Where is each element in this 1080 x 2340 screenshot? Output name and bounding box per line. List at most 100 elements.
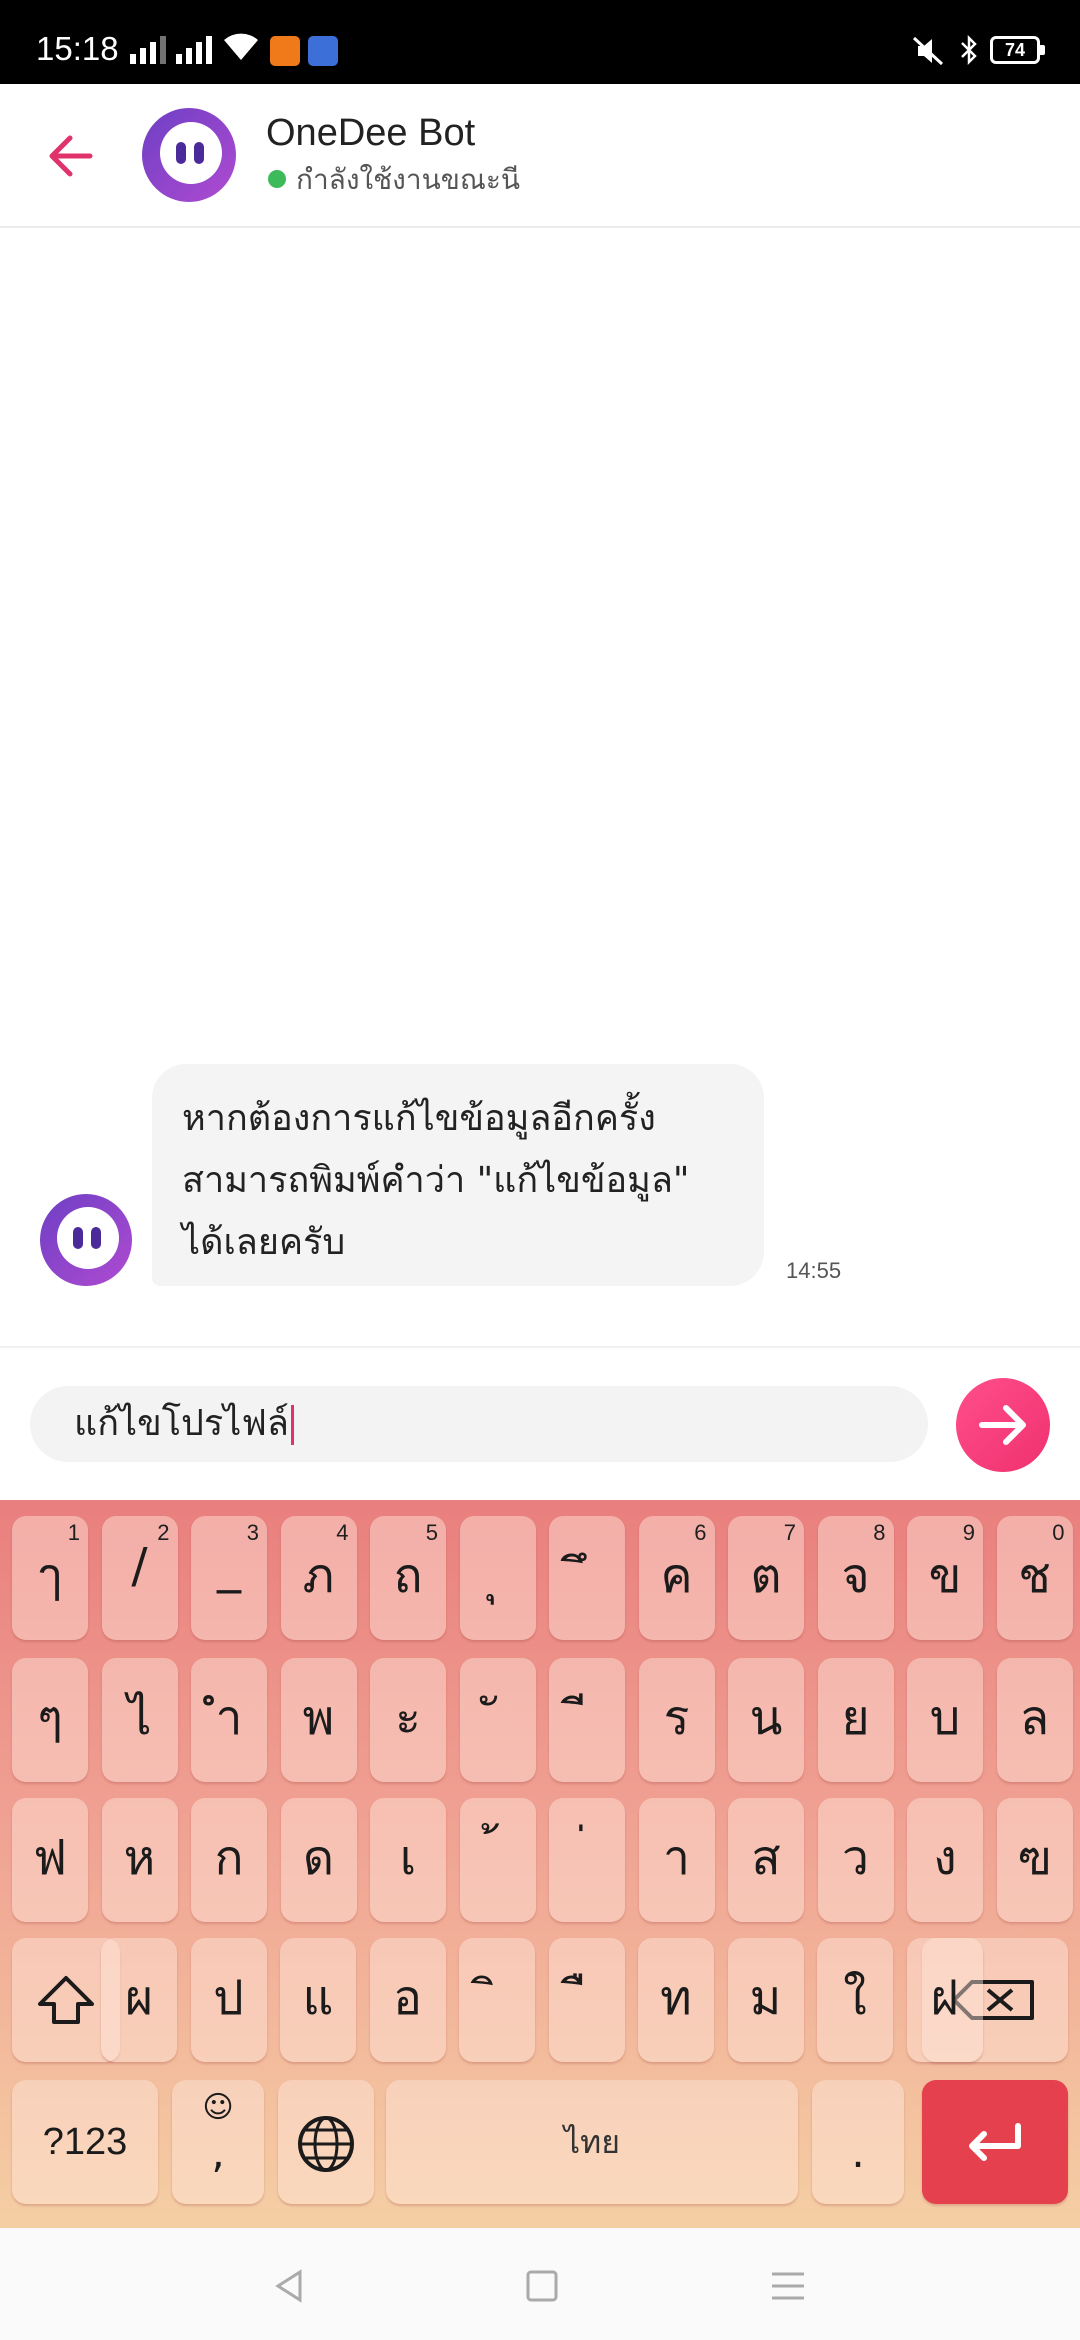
keyboard-key[interactable]: ส bbox=[728, 1798, 804, 1922]
chat-header: OneDee Bot กำลังใช้งานขณะนี bbox=[0, 84, 1080, 228]
key-char: เ bbox=[399, 1830, 417, 1886]
keyboard-key[interactable]: ภ4 bbox=[280, 1516, 357, 1640]
key-char: ผ bbox=[124, 1970, 154, 2026]
keyboard-key[interactable]: ง bbox=[907, 1798, 983, 1922]
key-char: ต bbox=[750, 1548, 782, 1604]
keyboard-key[interactable]: ย bbox=[817, 1658, 894, 1782]
key-number-hint: 5 bbox=[425, 1520, 438, 1545]
key-char: บ bbox=[929, 1690, 961, 1746]
keyboard-key[interactable]: า bbox=[638, 1798, 715, 1922]
menu-nav-icon[interactable] bbox=[768, 2266, 808, 2306]
send-button[interactable] bbox=[956, 1378, 1050, 1472]
keyboard-key[interactable]: แ bbox=[280, 1938, 356, 2062]
keyboard-key[interactable]: ่ bbox=[549, 1798, 625, 1922]
key-char: ร bbox=[663, 1690, 690, 1746]
keyboard-key[interactable]: จ8 bbox=[817, 1516, 894, 1640]
bot-avatar[interactable] bbox=[142, 108, 236, 202]
keyboard-key[interactable]: ถ5 bbox=[370, 1516, 446, 1640]
back-nav-icon[interactable] bbox=[270, 2266, 310, 2306]
keyboard-key[interactable]: ุ bbox=[459, 1516, 536, 1640]
key-char: ุ bbox=[460, 1538, 536, 1614]
keyboard-key[interactable]: ้ bbox=[459, 1798, 536, 1922]
key-char: ่ bbox=[549, 1820, 625, 1896]
key-char: ห bbox=[123, 1830, 156, 1886]
emoji-comma-key[interactable]: ☺ , bbox=[172, 2080, 264, 2204]
space-key[interactable]: ไทย bbox=[386, 2080, 798, 2204]
key-char: _ bbox=[217, 1538, 241, 1594]
keyboard-key[interactable]: ค6 bbox=[638, 1516, 715, 1640]
online-status-text: กำลังใช้งานขณะนี bbox=[296, 163, 521, 196]
keyboard-key[interactable]: ฝ bbox=[906, 1938, 983, 2062]
keyboard-key[interactable]: ั bbox=[459, 1658, 536, 1782]
signal-icon bbox=[176, 34, 212, 64]
keyboard-key[interactable]: ม bbox=[727, 1938, 804, 2062]
key-char: ว bbox=[842, 1830, 869, 1886]
keyboard-key[interactable]: _ 3 bbox=[191, 1516, 267, 1640]
keyboard-key[interactable]: น bbox=[728, 1658, 804, 1782]
keyboard-key[interactable]: ี bbox=[549, 1658, 625, 1782]
keyboard-key[interactable]: ร bbox=[638, 1658, 715, 1782]
keyboard-key[interactable]: ป bbox=[190, 1938, 267, 2062]
thai-keyboard: ๅ1/2_3ภ4ถ5ุึค6ต7จ8ข9ช0 ๆไำพะัีรนยบล ฟหกด… bbox=[0, 1500, 1080, 2228]
key-number-hint: 1 bbox=[67, 1520, 80, 1545]
key-char: ท bbox=[660, 1970, 692, 2026]
keyboard-key[interactable]: ห bbox=[101, 1798, 178, 1922]
keyboard-key[interactable]: ท bbox=[638, 1938, 714, 2062]
enter-key[interactable] bbox=[922, 2080, 1068, 2204]
keyboard-key[interactable]: พ bbox=[280, 1658, 357, 1782]
keyboard-key[interactable]: ช0 bbox=[996, 1516, 1073, 1640]
key-char: พ bbox=[302, 1690, 335, 1746]
keyboard-key[interactable]: ฃ bbox=[996, 1798, 1073, 1922]
keyboard-key[interactable]: ไ bbox=[101, 1658, 178, 1782]
key-char: ฝ bbox=[930, 1970, 959, 2026]
key-char: ้ bbox=[460, 1820, 536, 1896]
globe-icon[interactable] bbox=[278, 2080, 374, 2204]
key-char: อ bbox=[393, 1970, 422, 2026]
keyboard-key[interactable]: ล bbox=[996, 1658, 1073, 1782]
keyboard-key[interactable]: ด bbox=[280, 1798, 357, 1922]
keyboard-key[interactable]: ก bbox=[191, 1798, 267, 1922]
chat-area[interactable]: หากต้องการแก้ไขข้อมูลอีกครั้ง สามารถพิมพ… bbox=[0, 228, 1080, 1346]
period-key[interactable]: . bbox=[812, 2080, 904, 2204]
key-number-hint: 4 bbox=[336, 1520, 349, 1545]
keyboard-key[interactable]: ต7 bbox=[728, 1516, 804, 1640]
key-number-hint: 0 bbox=[1052, 1520, 1065, 1545]
key-char: ก bbox=[214, 1830, 244, 1886]
keyboard-key[interactable]: ึ bbox=[549, 1516, 625, 1640]
keyboard-key[interactable]: ื bbox=[548, 1938, 625, 2062]
keyboard-key[interactable]: /2 bbox=[101, 1516, 178, 1640]
keyboard-key[interactable]: ว bbox=[817, 1798, 894, 1922]
home-nav-icon[interactable] bbox=[522, 2266, 562, 2306]
bot-message-bubble[interactable]: หากต้องการแก้ไขข้อมูลอีกครั้ง สามารถพิมพ… bbox=[152, 1064, 764, 1286]
keyboard-key[interactable]: ฟ bbox=[12, 1798, 88, 1922]
keyboard-key[interactable]: ๅ1 bbox=[12, 1516, 88, 1640]
keyboard-key[interactable]: ะ bbox=[370, 1658, 446, 1782]
key-char: ๆ bbox=[37, 1690, 63, 1746]
keyboard-key[interactable]: ิ bbox=[459, 1938, 535, 2062]
keyboard-key[interactable]: บ bbox=[907, 1658, 983, 1782]
keyboard-key[interactable]: ใ bbox=[817, 1938, 893, 2062]
signal-icon bbox=[130, 34, 166, 64]
key-char: ม bbox=[749, 1970, 782, 2026]
keyboard-key[interactable]: อ bbox=[369, 1938, 446, 2062]
back-arrow-icon[interactable] bbox=[40, 124, 104, 188]
key-char: / bbox=[131, 1538, 148, 1594]
key-number-hint: 7 bbox=[783, 1520, 796, 1545]
key-char: า bbox=[663, 1830, 690, 1886]
message-input[interactable]: แก้ไขโปรไฟล์ bbox=[30, 1386, 928, 1462]
key-char: ข bbox=[928, 1548, 962, 1604]
message-input-bar: แก้ไขโปรไฟล์ bbox=[0, 1346, 1080, 1500]
keyboard-key[interactable]: ข9 bbox=[907, 1516, 983, 1640]
key-char: ั bbox=[460, 1680, 536, 1756]
keyboard-key[interactable]: เ bbox=[370, 1798, 446, 1922]
key-char: ด bbox=[302, 1830, 335, 1886]
system-nav-bar bbox=[0, 2228, 1080, 2340]
symbols-key[interactable]: ?123 bbox=[12, 2080, 158, 2204]
keyboard-key[interactable]: ๆ bbox=[12, 1658, 88, 1782]
battery-icon: 74 bbox=[990, 36, 1045, 64]
keyboard-key[interactable]: ำ bbox=[191, 1658, 267, 1782]
key-char: ี bbox=[549, 1680, 625, 1756]
key-number-hint: 6 bbox=[694, 1520, 707, 1545]
keyboard-key[interactable]: ผ bbox=[101, 1938, 177, 2062]
online-status-dot bbox=[268, 170, 286, 188]
